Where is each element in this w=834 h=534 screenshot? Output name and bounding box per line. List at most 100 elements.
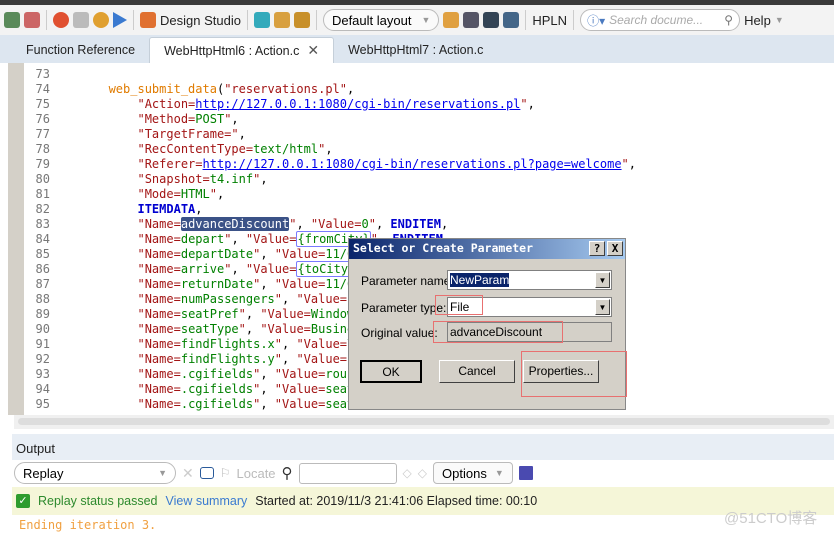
options-dropdown[interactable]: Options ▼ (433, 462, 513, 484)
chevron-down-icon: ▼ (774, 15, 784, 25)
line-number: 89 (35, 307, 50, 321)
design-studio-button[interactable]: Design Studio (160, 13, 241, 28)
code-token: "Value= (245, 232, 297, 246)
parameter-name-label: Parameter name: (361, 274, 454, 288)
code-line: 75 "Action=http://127.0.0.1:1080/cgi-bin… (24, 97, 535, 112)
search-icon[interactable]: ⚲ (724, 13, 733, 27)
transaction-icon[interactable] (273, 12, 290, 28)
dropdown-arrow-icon[interactable]: ▼ (595, 299, 610, 315)
record-icon[interactable] (53, 12, 69, 28)
close-icon[interactable]: ✕ (307, 42, 319, 59)
previous-icon[interactable]: ◇ (403, 466, 412, 480)
tab-function-reference[interactable]: Function Reference (12, 37, 149, 63)
code-token: , (260, 382, 275, 396)
code-token: POST (195, 112, 225, 126)
output-title: Output (16, 441, 56, 456)
line-number: 76 (35, 112, 50, 126)
line-number: 75 (35, 97, 50, 111)
line-number: 95 (35, 397, 50, 411)
code-line: 80 "Snapshot=t4.inf", (24, 172, 268, 187)
save-icon[interactable] (518, 466, 533, 480)
bookmark-icon[interactable] (443, 12, 460, 28)
close-button[interactable]: X (607, 241, 623, 256)
next-icon[interactable]: ◇ (418, 466, 427, 480)
separator (573, 10, 575, 30)
output-search-input[interactable] (298, 462, 397, 484)
script-icon[interactable] (4, 12, 20, 28)
line-number: 81 (35, 187, 50, 201)
tab-webhttphtml7[interactable]: WebHttpHtml7 : Action.c (334, 37, 497, 63)
code-token: "Name= (137, 247, 181, 261)
original-value-label: Original value: (361, 326, 438, 340)
scrollbar-thumb[interactable] (18, 418, 830, 425)
horizontal-scrollbar[interactable] (14, 415, 834, 429)
line-number: 91 (35, 337, 50, 351)
ok-button[interactable]: OK (360, 360, 422, 383)
runtime-settings-icon[interactable] (24, 12, 40, 28)
design-studio-icon[interactable] (140, 12, 156, 28)
help-menu[interactable]: Help (744, 13, 771, 28)
view-summary-link[interactable]: View summary (166, 494, 248, 508)
locate-button[interactable]: Locate (237, 466, 276, 481)
hpln-button[interactable]: HPLN (532, 13, 567, 28)
parameter-name-combo[interactable]: NewParam ▼ (447, 270, 612, 290)
code-token: "Method= (137, 112, 196, 126)
code-token: web_submit_data (108, 82, 217, 96)
code-token: "Mode= (137, 187, 181, 201)
line-number: 73 (35, 67, 50, 81)
find-icon[interactable]: ⚲ (282, 464, 293, 482)
help-button[interactable]: ? (589, 241, 605, 256)
layout-dropdown[interactable]: Default layout ▼ (322, 9, 440, 31)
code-line: 86 "Name=arrive", "Value={toCity}" (24, 261, 364, 277)
step-icon[interactable] (93, 12, 109, 28)
dropdown-arrow-icon[interactable]: ▼ (595, 272, 610, 288)
line-number: 74 (35, 82, 50, 96)
cancel-button[interactable]: Cancel (439, 360, 515, 383)
watermark: @51CTO博客 (724, 510, 818, 527)
code-token: departDate (180, 247, 254, 261)
editor-gutter (8, 63, 24, 415)
output-mode-dropdown[interactable]: Replay ▼ (14, 462, 176, 484)
wrap-icon[interactable] (199, 467, 214, 479)
replay-status: Replay status passed (38, 494, 158, 508)
code-token: returnDate (180, 277, 254, 291)
window-icon[interactable] (503, 12, 520, 28)
code-token: , (231, 112, 239, 126)
search-documentation-input[interactable]: ⓘ▾ Search docume... ⚲ (580, 9, 741, 31)
line-number: 87 (35, 277, 50, 291)
clear-icon[interactable]: ✕ (182, 465, 194, 482)
code-token: " (274, 337, 282, 351)
code-token: " (520, 97, 528, 111)
list-icon[interactable] (253, 12, 270, 28)
code-token: , (628, 157, 637, 171)
code-token: " (274, 292, 282, 306)
code-line: 81 "Mode=HTML", (24, 187, 225, 202)
code-token: , (245, 307, 261, 321)
code-line: 82 ITEMDATA, (24, 202, 203, 217)
line-number: 94 (35, 382, 50, 396)
snapshot-icon[interactable] (73, 12, 89, 28)
output-panel-header: Output (12, 434, 834, 460)
code-token: "Value= (260, 322, 311, 336)
separator (46, 10, 47, 30)
code-token: , (282, 292, 297, 306)
output-log-line: Ending iteration 3. (19, 518, 157, 532)
code-token: seatType (180, 322, 239, 336)
code-token: text/html (253, 142, 319, 156)
code-line: 85 "Name=departDate", "Value=11/03 (24, 247, 362, 262)
line-number: 84 (35, 232, 50, 246)
grid-icon[interactable] (483, 12, 500, 28)
code-token: "Name= (137, 397, 181, 411)
tab-label: WebHttpHtml7 : Action.c (348, 43, 484, 57)
play-icon[interactable] (113, 12, 127, 28)
rendezvous-icon[interactable] (293, 12, 310, 28)
pen-icon[interactable] (463, 12, 480, 28)
code-token: ENDITEM (390, 217, 441, 231)
parameter-name-value: NewParam (450, 273, 510, 287)
dialog-title-bar[interactable]: Select or Create Parameter ? X (349, 239, 625, 259)
tab-webhttphtml6[interactable]: WebHttpHtml6 : Action.c ✕ (149, 37, 335, 63)
